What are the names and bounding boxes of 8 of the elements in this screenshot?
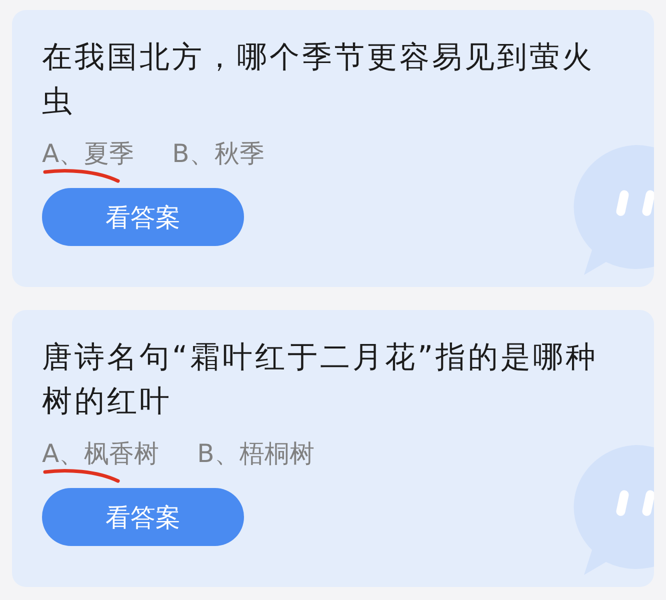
question-text: 唐诗名句“霜叶红于二月花”指的是哪种树的红叶 [42, 339, 600, 421]
view-answer-button[interactable]: 看答案 [42, 488, 244, 546]
view-answer-button[interactable]: 看答案 [42, 188, 244, 246]
answer-option: B、梧桐树 [197, 439, 314, 468]
answer-option: A、夏季 [42, 139, 134, 168]
answer-option: A、枫香树 [42, 439, 160, 468]
question-text: 在我国北方，哪个季节更容易见到萤火虫 [42, 39, 596, 121]
answer-option: B、秋季 [172, 139, 264, 168]
